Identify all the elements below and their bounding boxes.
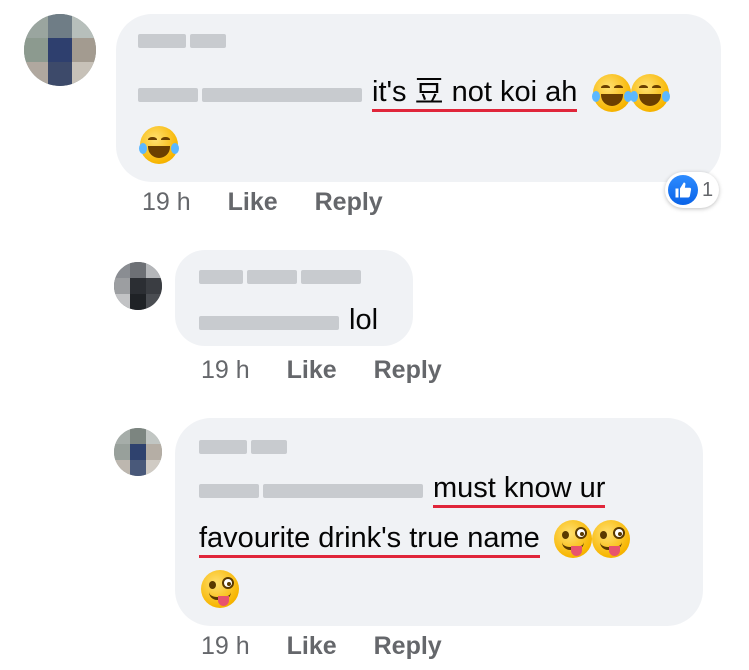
comment-text-underlined: favourite drink's true name <box>199 522 540 558</box>
redacted-mention <box>199 303 343 339</box>
winking-tongue-icon <box>201 570 239 609</box>
reply-button[interactable]: Reply <box>374 632 442 661</box>
comment-text-line2: favourite drink's true name <box>199 520 630 559</box>
redacted-mention <box>138 75 366 111</box>
reply-button[interactable]: Reply <box>315 188 383 217</box>
comment-bubble: must know ur favourite drink's true name <box>175 418 703 626</box>
like-button[interactable]: Like <box>287 356 337 385</box>
redacted-author-name <box>199 438 291 456</box>
comment-bubble: lol <box>175 250 413 346</box>
tears-of-joy-icon <box>139 126 179 165</box>
like-button[interactable]: Like <box>287 632 337 661</box>
winking-tongue-icon <box>553 520 592 559</box>
comment-bubble: it's 豆 not koi ah <box>116 14 721 182</box>
comment-text: lol <box>199 302 378 339</box>
avatar[interactable] <box>114 262 162 310</box>
timestamp[interactable]: 19 h <box>142 188 191 217</box>
comment-actions: 19 h Like Reply <box>201 632 442 661</box>
comment-text-line2 <box>139 126 179 165</box>
comment-text-underlined: must know ur <box>433 472 606 508</box>
thumbs-up-icon <box>668 175 698 205</box>
avatar[interactable] <box>114 428 162 476</box>
comment-text: it's 豆 not koi ah <box>138 74 671 113</box>
reaction-count: 1 <box>702 178 714 201</box>
tears-of-joy-icon <box>592 74 633 113</box>
redacted-author-name <box>138 32 230 50</box>
comment-text-line3 <box>201 570 239 609</box>
comment-actions: 19 h Like Reply <box>201 356 442 385</box>
like-button[interactable]: Like <box>228 188 278 217</box>
redacted-author-name <box>199 268 365 286</box>
comment-text: must know ur <box>199 470 606 508</box>
timestamp[interactable]: 19 h <box>201 632 250 661</box>
reply-button[interactable]: Reply <box>374 356 442 385</box>
comment-text-body: lol <box>349 304 379 336</box>
reaction-summary[interactable]: 1 <box>665 172 720 208</box>
winking-tongue-icon <box>591 520 630 559</box>
timestamp[interactable]: 19 h <box>201 356 250 385</box>
avatar[interactable] <box>24 14 96 86</box>
redacted-mention <box>199 471 427 507</box>
comment-actions: 19 h Like Reply <box>142 188 383 217</box>
tears-of-joy-icon <box>630 74 671 113</box>
comment-text-underlined: it's 豆 not koi ah <box>372 76 578 112</box>
